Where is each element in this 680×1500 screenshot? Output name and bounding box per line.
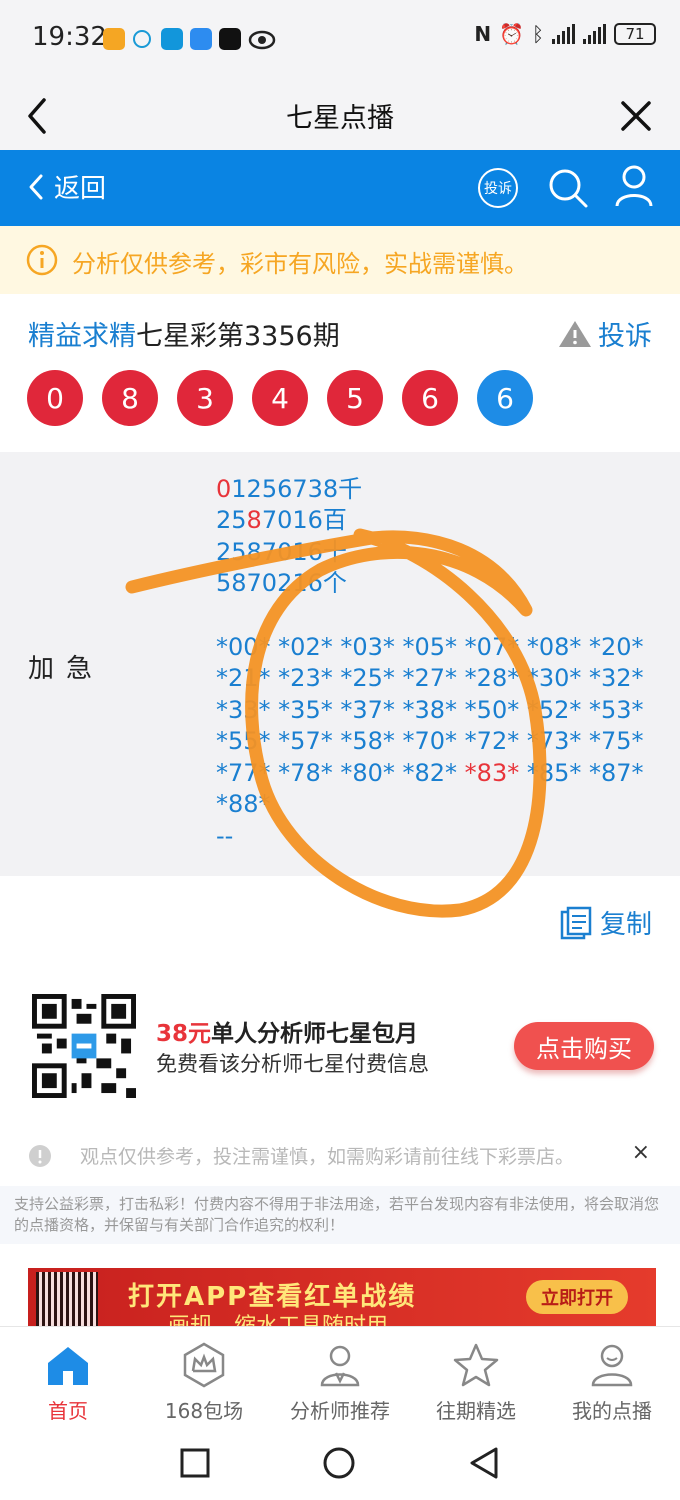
app-notification-icon [103,28,125,50]
number-ball: 6 [402,370,458,426]
status-indicators: N ⏰ ᛒ 71 [474,22,656,46]
eye-icon [248,30,276,50]
buy-button[interactable]: 点击购买 [514,1022,654,1070]
user-icon[interactable] [614,164,654,208]
back-button[interactable]: 返回 [28,168,106,205]
bluetooth-icon: ᛒ [532,22,544,46]
qr-code-icon [32,994,136,1098]
battery-icon: 71 [614,23,656,45]
status-bar: 19:32 N ⏰ ᛒ 71 [0,0,680,80]
issue-title: 精益求精七星彩第3356期 [28,314,340,353]
tab-label: 往期精选 [436,1399,516,1423]
tab-label: 我的点播 [572,1399,652,1423]
status-time: 19:32 [32,22,107,52]
search-icon[interactable] [546,166,590,210]
back-label: 返回 [54,174,107,204]
banner-qr-code-icon [36,1272,98,1326]
system-navigation-bar [0,1426,680,1500]
hand-drawn-circle-annotation [125,528,547,918]
analyst-icon [320,1345,360,1387]
banner-subtitle: 画规、缩水工具随时用 [168,1308,388,1326]
nav-bar: 返回 投诉 [0,150,680,226]
number-ball: 5 [327,370,383,426]
tip-row: 观点仅供参考，投注需谨慎，如需购彩请前往线下彩票店。 × [0,1134,680,1180]
number-ball: 6 [477,370,533,426]
nfc-icon: N [474,22,492,46]
close-tip-button[interactable]: × [632,1140,650,1165]
complain-label: 投诉 [598,321,652,352]
app-banner[interactable]: 打开APP查看红单战绩 画规、缩水工具随时用 立即打开 [28,1268,656,1326]
promo-price: 38元 [156,1021,212,1047]
info-icon [26,244,58,276]
copy-label: 复制 [599,910,652,940]
bottom-tab-bar: 首页 168包场 分析师推荐 往期精选 我的点播 [0,1326,680,1426]
tab-label: 首页 [48,1399,88,1423]
complain-icon-button[interactable]: 投诉 [478,168,518,208]
profile-icon [591,1344,633,1387]
app-notification-icon [161,28,183,50]
page-title: 七星点播 [286,103,394,134]
recent-apps-icon[interactable] [180,1448,210,1478]
issue-name: 七星彩第3356期 [136,321,340,352]
legal-notice: 支持公益彩票，打击私彩！付费内容不得用于非法用途，若平台发现内容有非法使用，将会… [0,1186,680,1244]
crown-icon [183,1342,225,1388]
promo-title: 38元单人分析师七星包月 [156,1021,419,1047]
star-icon [453,1343,499,1387]
warning-icon [559,320,591,347]
app-notification-icon [133,30,151,48]
banner-open-button[interactable]: 立即打开 [526,1280,628,1314]
promo-subtitle: 免费看该分析师七星付费信息 [156,1052,429,1076]
info-icon [29,1145,51,1167]
number-ball: 8 [102,370,158,426]
chevron-left-icon [29,174,43,199]
complain-button[interactable]: 投诉 [558,314,652,353]
alarm-icon: ⏰ [499,22,524,46]
home-nav-icon[interactable] [322,1446,356,1480]
analyst-name[interactable]: 精益求精 [28,321,136,352]
signal-icon [552,24,575,44]
tab-mine[interactable]: 我的点播 [544,1327,680,1427]
back-nav-icon[interactable] [468,1446,500,1480]
tab-past[interactable]: 往期精选 [408,1327,544,1427]
number-ball: 0 [27,370,83,426]
legal-text: 支持公益彩票，打击私彩！付费内容不得用于非法用途，若平台发现内容有非法使用，将会… [14,1195,660,1234]
tip-text: 观点仅供参考，投注需谨慎，如需购彩请前往线下彩票店。 [80,1146,575,1168]
complain-icon-label: 投诉 [484,181,512,197]
close-icon[interactable] [620,100,652,132]
copy-button[interactable]: 复制 [560,904,652,941]
tab-168[interactable]: 168包场 [136,1327,272,1427]
notice-text: 分析仅供参考，彩市有风险，实战需谨慎。 [72,250,528,278]
number-ball: 3 [177,370,233,426]
risk-notice: 分析仅供参考，彩市有风险，实战需谨慎。 [0,226,680,294]
tiktok-icon [219,28,241,50]
signal-icon [583,24,606,44]
copy-icon [560,906,592,939]
tab-analyst[interactable]: 分析师推荐 [272,1327,408,1427]
title-bar: 七星点播 [0,80,680,150]
tab-label: 168包场 [164,1399,244,1423]
tab-home[interactable]: 首页 [0,1327,136,1427]
app-notification-icon [190,28,212,50]
number-ball: 4 [252,370,308,426]
home-icon [48,1347,88,1385]
tab-label: 分析师推荐 [290,1399,390,1423]
